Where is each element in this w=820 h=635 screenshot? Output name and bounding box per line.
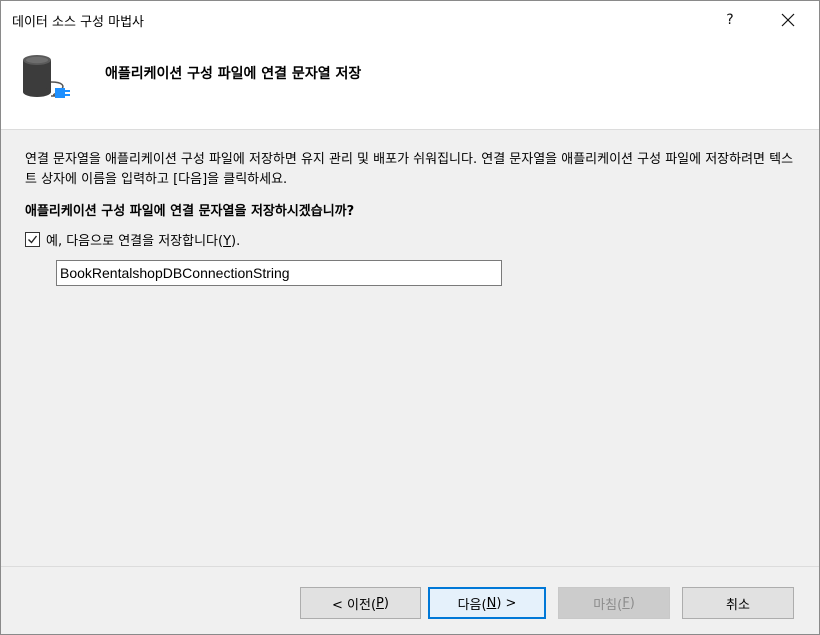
previous-label-mnemonic: P (376, 595, 384, 611)
help-button[interactable]: ? (707, 1, 753, 39)
description-text: 연결 문자열을 애플리케이션 구성 파일에 저장하면 유지 관리 및 배포가 쉬… (25, 152, 794, 187)
finish-button[interactable]: 마침(F) (558, 587, 670, 619)
save-connection-label-suffix: ). (231, 234, 241, 249)
next-label-suffix: ) > (496, 595, 517, 611)
checkmark-icon (28, 235, 38, 244)
cancel-button[interactable]: 취소 (682, 587, 794, 619)
save-connection-checkbox-row[interactable]: 예, 다음으로 연결을 저장합니다(Y). (25, 230, 240, 249)
save-connection-label-prefix: 예, 다음으로 연결을 저장합니다( (46, 234, 224, 249)
close-button[interactable] (765, 1, 811, 39)
save-connection-label: 예, 다음으로 연결을 저장합니다(Y). (46, 230, 240, 249)
help-icon: ? (726, 12, 734, 28)
finish-label-suffix: ) (629, 595, 635, 611)
save-connection-label-mnemonic: Y (223, 234, 232, 249)
save-connection-checkbox[interactable] (25, 232, 40, 247)
finish-label-prefix: 마침( (593, 597, 623, 613)
cancel-label: 취소 (726, 597, 750, 613)
previous-label-suffix: ) (383, 595, 389, 611)
page-title: 애플리케이션 구성 파일에 연결 문자열 저장 (105, 66, 362, 82)
next-button[interactable]: 다음(N) > (428, 587, 546, 619)
next-label-mnemonic: N (486, 595, 497, 611)
title-bar: 데이터 소스 구성 마법사 ? (1, 1, 819, 39)
question-label: 애플리케이션 구성 파일에 연결 문자열을 저장하시겠습니까? (25, 204, 355, 219)
wizard-content: 연결 문자열을 애플리케이션 구성 파일에 저장하면 유지 관리 및 배포가 쉬… (1, 130, 819, 566)
previous-label-prefix: < 이전( (332, 597, 377, 613)
footer-divider (1, 566, 819, 567)
finish-label-mnemonic: F (622, 595, 630, 611)
previous-button[interactable]: < 이전(P) (300, 587, 421, 619)
connection-name-input[interactable] (56, 260, 502, 286)
database-plug-icon (23, 55, 70, 98)
next-label-prefix: 다음( (457, 597, 487, 613)
close-icon (781, 13, 795, 27)
data-source-wizard-dialog: 데이터 소스 구성 마법사 ? 애플리케이션 구성 파일에 연결 문자열 저장 … (0, 0, 820, 635)
wizard-header: 애플리케이션 구성 파일에 연결 문자열 저장 (1, 39, 819, 130)
window-title: 데이터 소스 구성 마법사 (12, 15, 144, 30)
